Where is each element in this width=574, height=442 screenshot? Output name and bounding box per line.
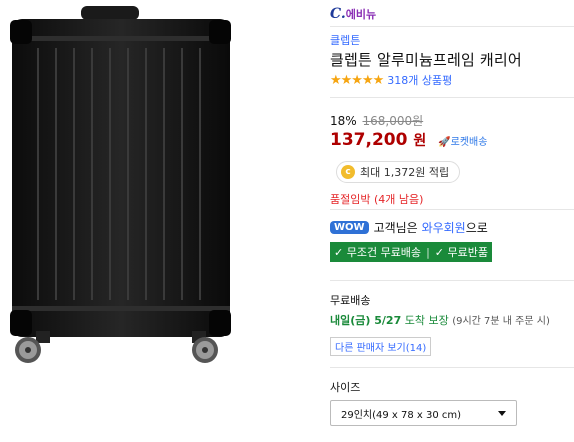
wow-text-before: 고객님은 xyxy=(373,221,418,235)
product-info-panel: C.에비뉴 클렙튼 클렙튼 알루미늄프레임 캐리어 ★★★★★ 318개 상품평… xyxy=(330,0,574,442)
brand-link[interactable]: 클렙튼 xyxy=(330,32,360,48)
free-shipping-benefit: ✓ 무조건 무료배송 xyxy=(334,246,422,259)
divider xyxy=(330,209,574,210)
discount-row: 18% 168,000원 xyxy=(330,112,423,129)
discount-rate: 18% xyxy=(330,114,357,128)
brand-logo-mark: C. xyxy=(330,6,346,22)
star-rating-icon: ★★★★★ xyxy=(330,72,384,88)
product-image[interactable] xyxy=(0,0,310,442)
chevron-down-icon xyxy=(498,410,506,416)
size-option-label: 사이즈 xyxy=(330,381,361,394)
wow-member-link[interactable]: 와우회원 xyxy=(422,219,466,236)
free-return-benefit: ✓ 무료반품 xyxy=(434,246,488,259)
suitcase-image xyxy=(10,6,231,363)
low-stock-notice: 품절임박 (4개 남음) xyxy=(330,193,424,206)
order-deadline: (9시간 7분 내 주문 시) xyxy=(452,316,550,327)
sale-price: 137,200 xyxy=(330,130,408,150)
sale-price-row: 137,200 원 🚀로켓배송 xyxy=(330,130,487,150)
divider xyxy=(330,26,574,27)
rocket-delivery-badge: 🚀로켓배송 xyxy=(438,137,488,148)
wow-benefits-bar: ✓ 무조건 무료배송 | ✓ 무료반품 xyxy=(330,242,492,262)
delivery-date-row: 내일(금) 5/27 도착 보장 (9시간 7분 내 주문 시) xyxy=(330,312,550,328)
arrival-guarantee: 도착 보장 xyxy=(404,314,449,327)
rating-row[interactable]: ★★★★★ 318개 상품평 xyxy=(330,72,452,88)
other-sellers-button[interactable]: 다른 판매자 보기(14) xyxy=(330,337,432,356)
reward-badge: c 최대 1,372원 적립 xyxy=(336,161,461,183)
brand-logo-text: 에비뉴 xyxy=(345,8,377,21)
review-count-link[interactable]: 318개 상품평 xyxy=(387,72,452,88)
brand-logo[interactable]: C.에비뉴 xyxy=(330,6,376,22)
product-title: 클렙튼 알루미늄프레임 캐리어 xyxy=(330,51,522,69)
wow-text-after: 으로 xyxy=(465,221,488,235)
delivery-date: 내일(금) 5/27 xyxy=(330,314,402,327)
sale-price-unit: 원 xyxy=(413,133,427,149)
divider xyxy=(330,280,574,281)
reward-text: 최대 1,372원 적립 xyxy=(360,166,450,179)
size-select-value: 29인치(49 x 78 x 30 cm) xyxy=(341,409,462,421)
shipping-title: 무료배송 xyxy=(330,294,371,307)
original-price: 168,000원 xyxy=(362,114,424,128)
divider xyxy=(330,367,574,368)
size-select[interactable]: 29인치(49 x 78 x 30 cm) xyxy=(330,400,517,426)
coin-icon: c xyxy=(341,165,355,179)
wow-member-row: WOW 고객님은 와우회원 으로 xyxy=(330,219,488,236)
divider xyxy=(330,97,574,98)
wow-badge: WOW xyxy=(330,221,369,234)
